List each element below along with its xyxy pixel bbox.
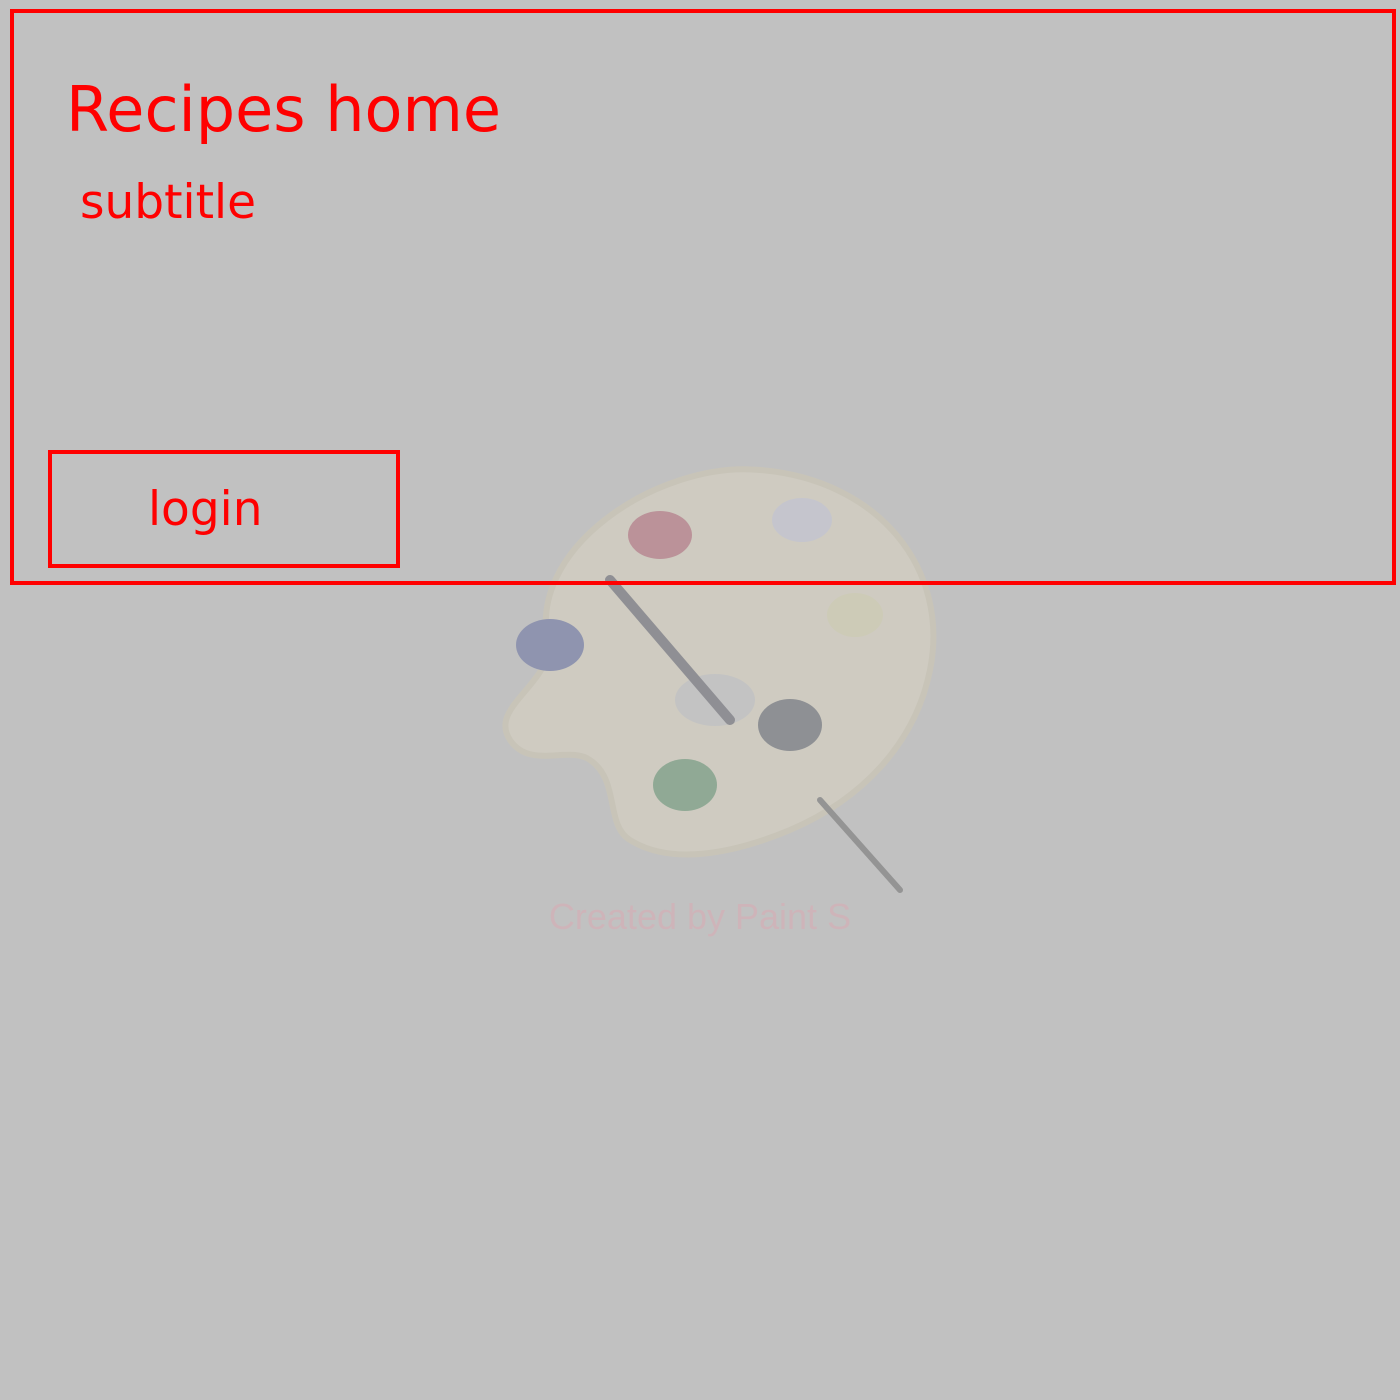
page-subtitle: subtitle [80, 175, 256, 230]
login-button[interactable]: login [48, 450, 400, 568]
watermark-caption: Created by Paint S [548, 896, 852, 937]
page-title: Recipes home [66, 73, 502, 146]
login-button-label: login [148, 482, 263, 537]
header-panel: Recipes home subtitle login [10, 9, 1396, 585]
